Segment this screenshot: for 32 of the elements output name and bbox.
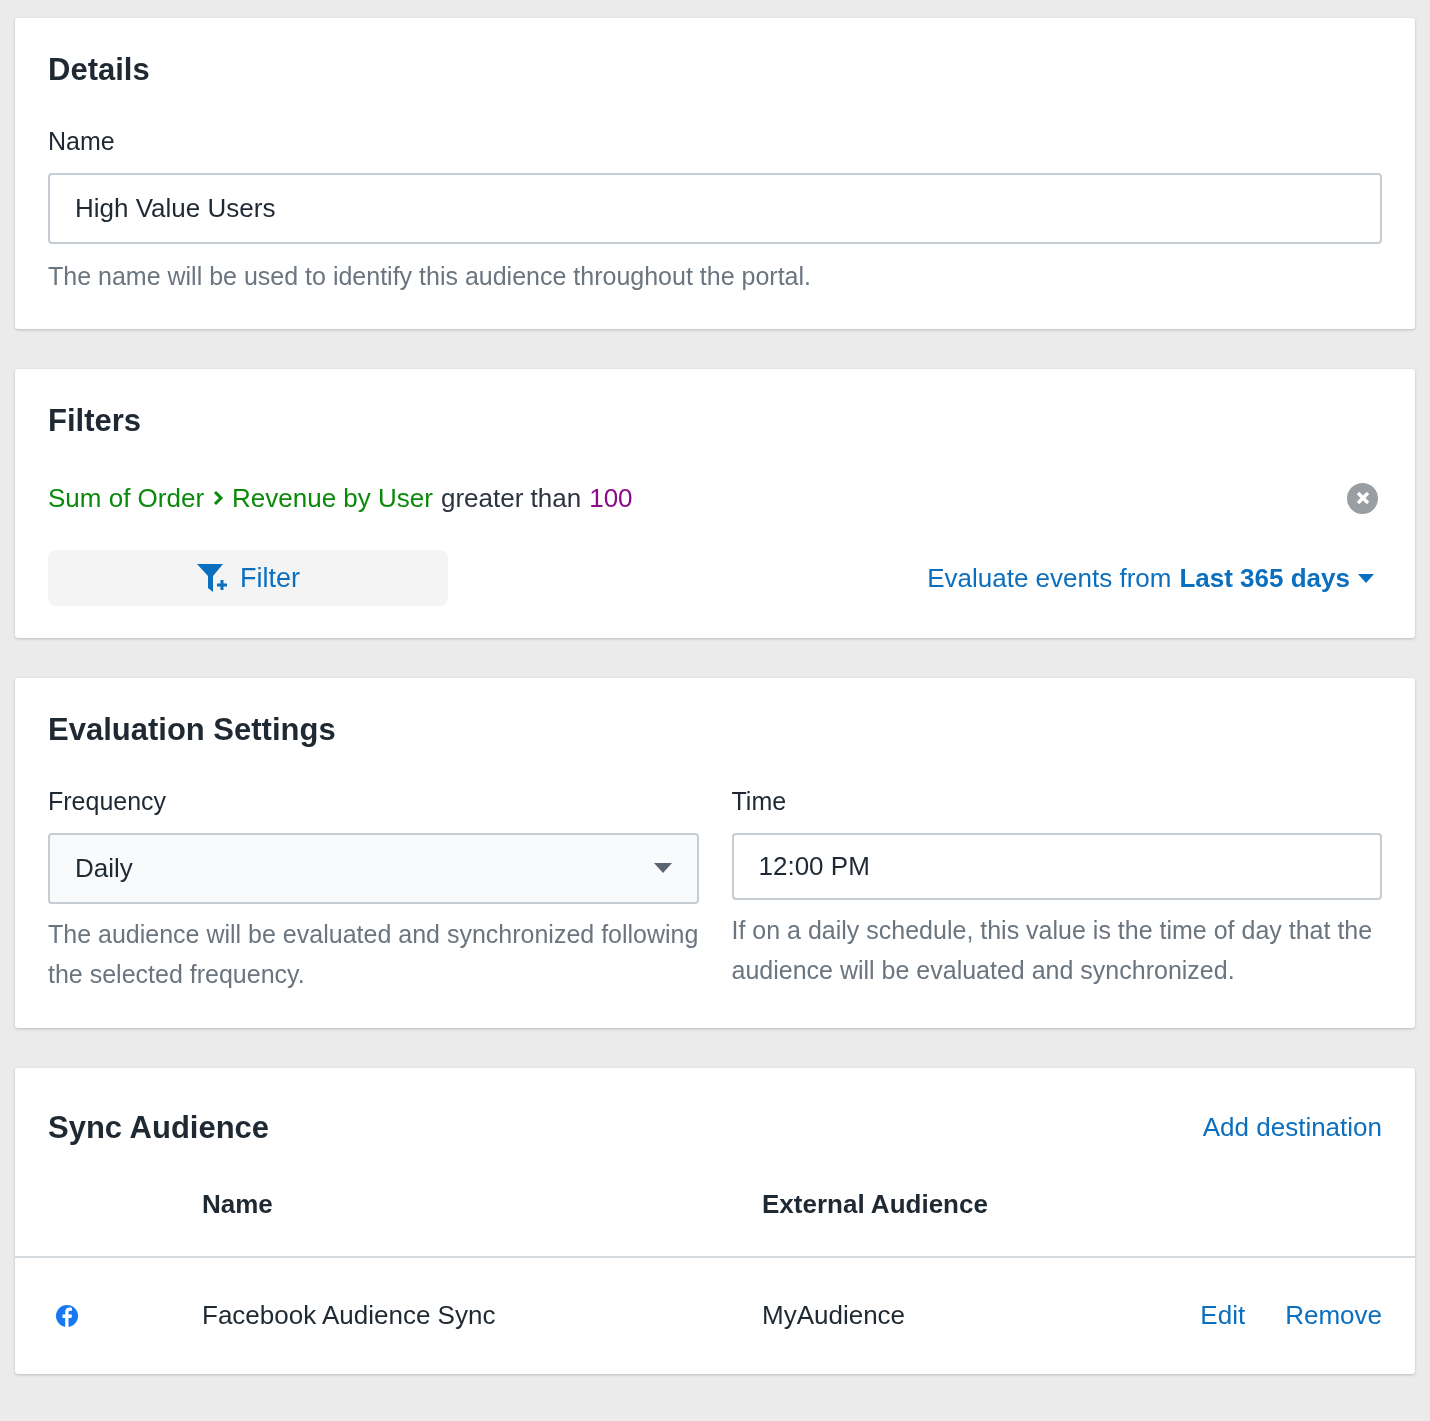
section-heading: Sync Audience xyxy=(48,1111,270,1143)
remove-filter-icon[interactable] xyxy=(1347,482,1378,514)
table-cell-text: Facebook Audience Sync xyxy=(202,1299,497,1332)
caret-down-icon xyxy=(1358,573,1374,583)
chevron-right-icon xyxy=(212,489,225,507)
filter-operator: greater than xyxy=(440,481,582,515)
add-destination-link[interactable]: Add destination xyxy=(1202,1107,1382,1147)
facebook-icon xyxy=(55,1303,79,1328)
section-heading: Evaluation Settings xyxy=(48,714,337,745)
filter-field: Revenue by User xyxy=(232,478,433,518)
help-text: The audience will be evaluated and synchronized following the selected frequency. xyxy=(48,918,699,990)
column-header: External Audience xyxy=(762,1187,989,1221)
field-label: Frequency xyxy=(48,786,168,817)
time-input-field[interactable]: 12:00 PM xyxy=(731,832,1382,900)
action-link[interactable]: Remove xyxy=(1285,1296,1382,1335)
filter-field: Sum of Order xyxy=(48,478,205,518)
section-heading: Filters xyxy=(48,405,143,436)
help-text: The name will be used to identify this audience throughout the portal. xyxy=(48,260,812,292)
action-link[interactable]: Edit xyxy=(1200,1296,1246,1335)
frequency-dropdown[interactable]: Daily xyxy=(48,832,699,904)
add-filter-button[interactable]: Filter xyxy=(48,550,448,606)
help-text: If on a daily schedule, this value is the time of day that the audience will be evaluated and synchronized. xyxy=(731,914,1374,986)
caret-down-icon xyxy=(653,863,672,873)
field-label: Name xyxy=(48,126,116,157)
date-range-dropdown[interactable]: Evaluate events from Last 365 days xyxy=(927,558,1374,598)
filter-plus-icon xyxy=(196,563,230,593)
field-label: Time xyxy=(731,786,788,817)
column-header: Name xyxy=(202,1187,274,1221)
section-heading: Details xyxy=(48,54,151,85)
name-input-field[interactable]: High Value Users xyxy=(48,172,1382,244)
table-cell-text: MyAudience xyxy=(762,1299,907,1332)
filter-value: 100 xyxy=(589,481,633,515)
